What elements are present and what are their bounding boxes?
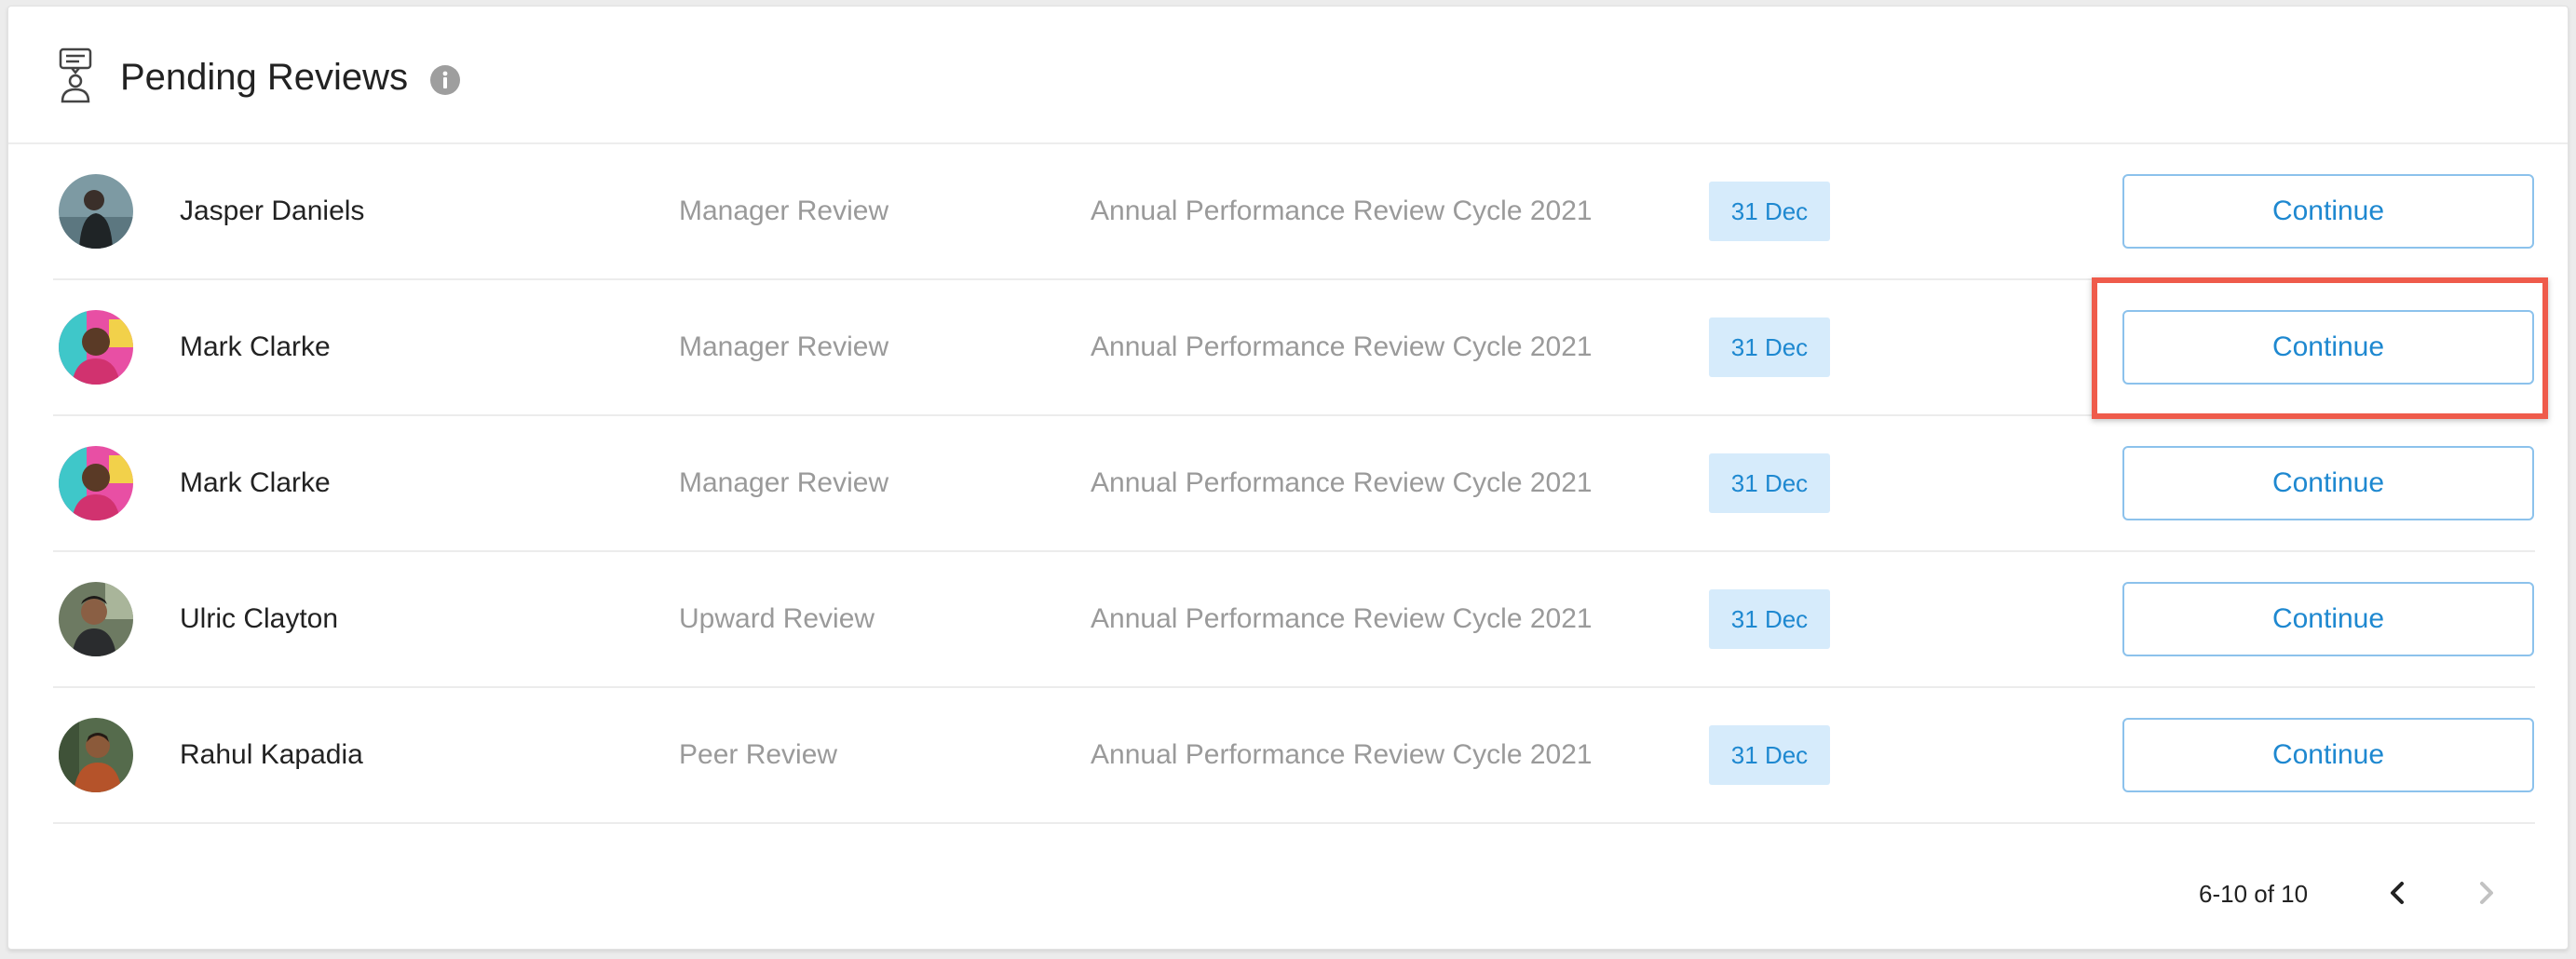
review-type: Manager Review xyxy=(679,196,889,226)
review-cycle: Annual Performance Review Cycle 2021 xyxy=(1091,467,1593,498)
review-document-person-icon xyxy=(59,47,92,103)
continue-button[interactable]: Continue xyxy=(2122,718,2534,792)
reviewee-name: Jasper Daniels xyxy=(180,196,365,226)
due-date-badge: 31 Dec xyxy=(1709,725,1830,785)
panel-header: Pending Reviews xyxy=(8,7,2568,144)
page-title: Pending Reviews xyxy=(120,57,409,98)
table-row: Rahul Kapadia Peer Review Annual Perform… xyxy=(53,688,2535,824)
avatar xyxy=(59,174,133,249)
pending-reviews-panel: Pending Reviews Jasper Daniels Manager R… xyxy=(7,6,2569,950)
avatar xyxy=(59,446,133,520)
due-date-badge: 31 Dec xyxy=(1709,317,1830,377)
continue-button[interactable]: Continue xyxy=(2122,582,2534,656)
reviewee-name: Ulric Clayton xyxy=(180,603,339,634)
reviewee-name: Mark Clarke xyxy=(180,467,331,498)
review-cycle: Annual Performance Review Cycle 2021 xyxy=(1091,739,1593,770)
review-type: Manager Review xyxy=(679,331,889,362)
avatar xyxy=(59,310,133,385)
reviewee-name: Mark Clarke xyxy=(180,331,331,362)
continue-button[interactable]: Continue xyxy=(2122,174,2534,249)
table-row: Jasper Daniels Manager Review Annual Per… xyxy=(53,144,2535,280)
review-type: Manager Review xyxy=(679,467,889,498)
pagination-range: 6-10 of 10 xyxy=(2199,880,2309,908)
table-row: Mark Clarke Manager Review Annual Perfor… xyxy=(53,280,2535,416)
info-icon[interactable] xyxy=(429,64,461,96)
review-type: Upward Review xyxy=(679,603,875,634)
chevron-left-icon[interactable] xyxy=(2379,874,2417,912)
review-cycle: Annual Performance Review Cycle 2021 xyxy=(1091,196,1593,226)
avatar xyxy=(59,718,133,792)
table-row: Ulric Clayton Upward Review Annual Perfo… xyxy=(53,552,2535,688)
avatar xyxy=(59,582,133,656)
due-date-badge: 31 Dec xyxy=(1709,182,1830,241)
review-cycle: Annual Performance Review Cycle 2021 xyxy=(1091,603,1593,634)
due-date-badge: 31 Dec xyxy=(1709,589,1830,649)
review-cycle: Annual Performance Review Cycle 2021 xyxy=(1091,331,1593,362)
due-date-badge: 31 Dec xyxy=(1709,453,1830,513)
continue-button[interactable]: Continue xyxy=(2122,446,2534,520)
review-type: Peer Review xyxy=(679,739,838,770)
continue-button[interactable]: Continue xyxy=(2122,310,2534,385)
chevron-right-icon[interactable] xyxy=(2467,874,2504,912)
reviewee-name: Rahul Kapadia xyxy=(180,739,363,770)
table-row: Mark Clarke Manager Review Annual Perfor… xyxy=(53,416,2535,552)
